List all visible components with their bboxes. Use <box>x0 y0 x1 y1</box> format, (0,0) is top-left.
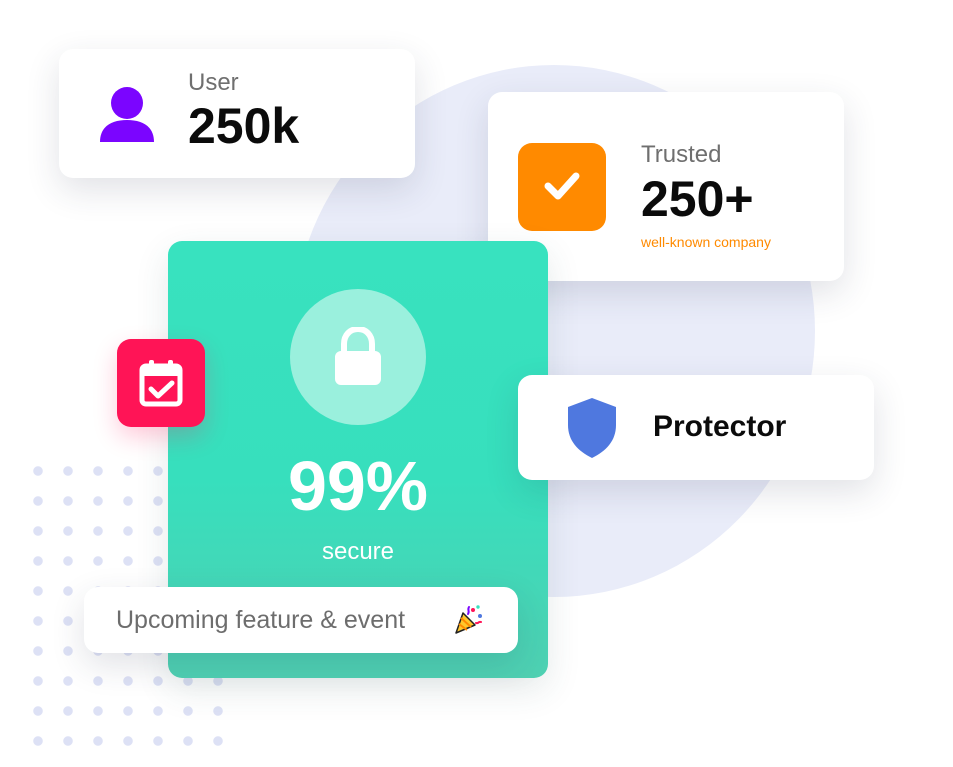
party-popper-icon <box>455 605 482 634</box>
secure-percent-label: secure <box>321 538 395 565</box>
check-icon <box>544 172 580 200</box>
calendar-tile <box>117 339 205 427</box>
lock-icon <box>335 327 381 385</box>
lock-circle <box>290 289 426 425</box>
secure-percent-value: 99% <box>287 447 429 525</box>
trusted-stat-label: Trusted <box>641 141 722 168</box>
trusted-stat-subtitle: well-known company <box>641 234 771 250</box>
protector-label: Protector <box>653 410 787 443</box>
shield-icon <box>568 398 616 458</box>
hero-illustration: User 250k Trusted 250+ well-known compan… <box>0 0 953 767</box>
trusted-check-tile <box>518 143 606 231</box>
event-label: Upcoming feature & event <box>116 606 406 634</box>
trusted-stat-value: 250+ <box>641 171 754 227</box>
user-icon <box>100 87 154 142</box>
user-stat-label: User <box>188 69 239 96</box>
calendar-check-icon <box>139 360 183 407</box>
user-stat-value: 250k <box>188 98 300 154</box>
